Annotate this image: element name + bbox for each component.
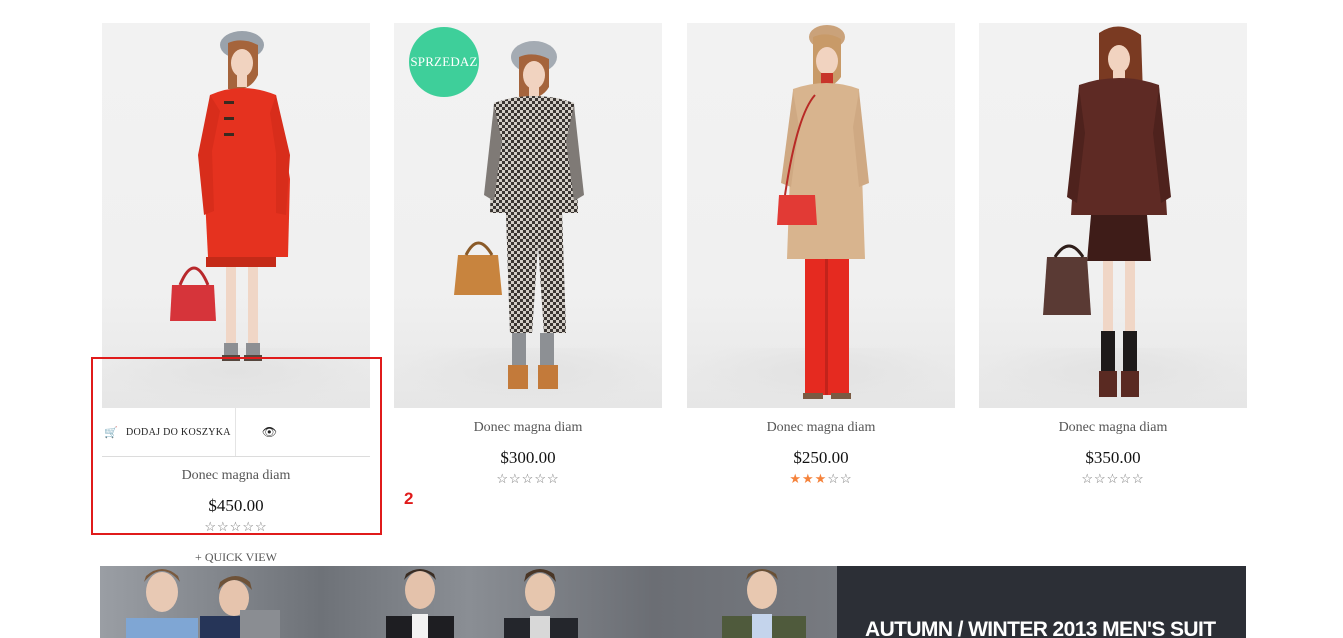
banner-title: AUTUMN / WINTER 2013 MEN'S SUIT bbox=[865, 618, 1216, 638]
product-card: Donec magna diam $250.00 ★★★☆☆ bbox=[687, 23, 955, 489]
product-card: Donec magna diam $350.00 ☆☆☆☆☆ bbox=[979, 23, 1247, 489]
eye-icon[interactable]: 👁 bbox=[262, 425, 277, 440]
product-name[interactable]: Donec magna diam bbox=[979, 420, 1247, 440]
product-name[interactable]: Donec magna diam bbox=[102, 468, 370, 488]
add-to-cart-label: DODAJ DO KOSZYKA bbox=[126, 426, 231, 438]
rating-stars: ☆☆☆☆☆ bbox=[496, 471, 560, 486]
product-image[interactable] bbox=[687, 23, 955, 408]
annotation-number: 2 bbox=[404, 489, 414, 508]
product-image[interactable]: SPRZEDAZ bbox=[394, 23, 662, 408]
rating-stars: ★★★☆☆ bbox=[687, 471, 955, 489]
rating-stars: ☆☆☆☆☆ bbox=[204, 519, 268, 534]
quick-view-label: QUICK VIEW bbox=[204, 550, 277, 564]
product-price: $350.00 bbox=[1085, 448, 1141, 467]
male-models-illustration bbox=[126, 569, 806, 638]
product-card: 🛒 DODAJ DO KOSZYKA 👁 Donec magna diam $4… bbox=[102, 23, 370, 577]
plus-icon: + bbox=[195, 550, 202, 564]
model-leather-jacket-illustration bbox=[1043, 26, 1171, 397]
product-info: Donec magna diam $450.00 ☆☆☆☆☆ + QUICK V… bbox=[102, 457, 370, 577]
product-price: $450.00 bbox=[208, 496, 264, 515]
product-action-bar: 🛒 DODAJ DO KOSZYKA 👁 bbox=[102, 408, 370, 457]
add-to-cart-button[interactable]: 🛒 DODAJ DO KOSZYKA bbox=[102, 408, 236, 456]
product-info: Donec magna diam $300.00 ☆☆☆☆☆ bbox=[394, 408, 662, 489]
page: 🛒 DODAJ DO KOSZYKA 👁 Donec magna diam $4… bbox=[0, 0, 1343, 638]
model-red-coat-illustration bbox=[170, 31, 290, 361]
product-image[interactable] bbox=[979, 23, 1247, 408]
product-image[interactable] bbox=[102, 23, 370, 408]
product-price: $300.00 bbox=[500, 448, 556, 467]
promo-banner[interactable]: AUTUMN / WINTER 2013 MEN'S SUIT bbox=[100, 566, 1246, 638]
banner-text-panel: AUTUMN / WINTER 2013 MEN'S SUIT bbox=[837, 566, 1246, 638]
product-info: Donec magna diam $250.00 ★★★☆☆ bbox=[687, 408, 955, 489]
product-name[interactable]: Donec magna diam bbox=[394, 420, 662, 440]
rating-stars: ☆☆☆☆☆ bbox=[1081, 471, 1145, 486]
model-camel-coat-illustration bbox=[777, 25, 869, 399]
product-card: SPRZEDAZ Donec magna diam $300.00 ☆☆☆☆☆ bbox=[394, 23, 662, 489]
product-name[interactable]: Donec magna diam bbox=[687, 420, 955, 440]
product-info: Donec magna diam $350.00 ☆☆☆☆☆ bbox=[979, 408, 1247, 489]
product-price: $250.00 bbox=[793, 448, 849, 467]
banner-image bbox=[100, 566, 837, 638]
rating-stars-empty: ☆☆ bbox=[827, 471, 853, 486]
shopping-cart-icon: 🛒 bbox=[104, 426, 118, 439]
rating-stars-filled: ★★★ bbox=[789, 471, 828, 486]
sale-badge: SPRZEDAZ bbox=[409, 27, 479, 97]
product-grid: 🛒 DODAJ DO KOSZYKA 👁 Donec magna diam $4… bbox=[102, 23, 1248, 577]
